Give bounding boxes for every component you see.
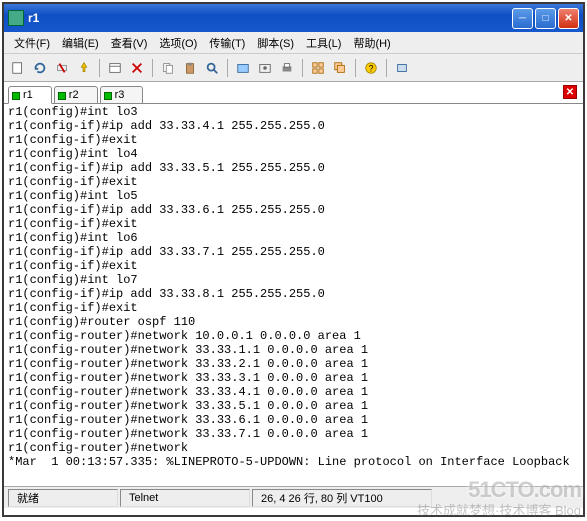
global-options-icon[interactable] [255,58,275,78]
menu-script[interactable]: 脚本(S) [253,33,298,53]
app-icon [8,10,24,26]
copy-icon[interactable] [158,58,178,78]
tab-r3[interactable]: r3 [100,86,144,104]
menu-view[interactable]: 查看(V) [107,33,152,53]
disconnect-icon[interactable] [52,58,72,78]
window-frame: r1 ─ □ ✕ 文件(F) 编辑(E) 查看(V) 选项(O) 传输(T) 脚… [2,2,585,517]
titlebar[interactable]: r1 ─ □ ✕ [4,4,583,32]
menubar: 文件(F) 编辑(E) 查看(V) 选项(O) 传输(T) 脚本(S) 工具(L… [4,32,583,54]
toolbar-separator [355,59,356,77]
session-options-icon[interactable] [233,58,253,78]
toolbar-separator [99,59,100,77]
tab-label: r2 [69,89,79,101]
print-icon[interactable] [277,58,297,78]
toolbar-separator [302,59,303,77]
toolbar-separator [152,59,153,77]
menu-edit[interactable]: 编辑(E) [58,33,103,53]
paste-icon[interactable] [180,58,200,78]
help-icon[interactable]: ? [361,58,381,78]
tab-label: r1 [23,89,33,101]
new-session-icon[interactable] [8,58,28,78]
delete-icon[interactable] [127,58,147,78]
tab-r1[interactable]: r1 [8,86,52,104]
tab-r2[interactable]: r2 [54,86,98,104]
status-protocol: Telnet [120,489,250,507]
minimize-button[interactable]: ─ [512,8,533,29]
maximize-button[interactable]: □ [535,8,556,29]
window-controls: ─ □ ✕ [512,8,579,29]
svg-text:?: ? [369,63,374,73]
close-tab-icon[interactable]: ✕ [563,85,577,99]
properties-icon[interactable] [105,58,125,78]
status-position: 26, 4 26 行, 80 列 VT100 [252,489,432,507]
quick-connect-icon[interactable] [74,58,94,78]
reconnect-icon[interactable] [30,58,50,78]
statusbar: 就绪 Telnet 26, 4 26 行, 80 列 VT100 [4,486,583,508]
cascade-icon[interactable] [330,58,350,78]
window-title: r1 [28,11,512,25]
find-icon[interactable] [202,58,222,78]
toolbar: ? [4,54,583,82]
menu-transfer[interactable]: 传输(T) [205,33,249,53]
menu-help[interactable]: 帮助(H) [349,33,394,53]
menu-file[interactable]: 文件(F) [10,33,54,53]
tab-label: r3 [115,89,125,101]
menu-tools[interactable]: 工具(L) [302,33,345,53]
toolbar-separator [386,59,387,77]
tile-icon[interactable] [308,58,328,78]
toolbar-separator [227,59,228,77]
close-button[interactable]: ✕ [558,8,579,29]
terminal-output[interactable]: r1(config)#int lo3 r1(config-if)#ip add … [4,104,583,486]
menu-options[interactable]: 选项(O) [155,33,201,53]
toggle-icon[interactable] [392,58,412,78]
status-ready: 就绪 [8,489,118,507]
tabbar: r1 r2 r3 ✕ [4,82,583,104]
